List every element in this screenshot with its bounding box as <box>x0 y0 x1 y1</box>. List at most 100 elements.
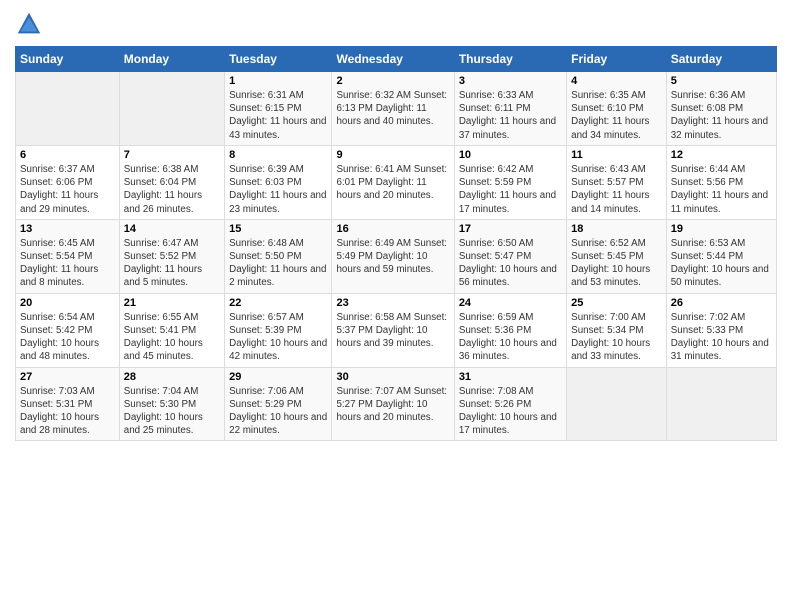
calendar-cell: 24Sunrise: 6:59 AM Sunset: 5:36 PM Dayli… <box>454 293 566 367</box>
day-info: Sunrise: 6:57 AM Sunset: 5:39 PM Dayligh… <box>229 311 327 364</box>
day-number: 13 <box>20 223 115 235</box>
day-number: 8 <box>229 149 327 161</box>
calendar-header-row: SundayMondayTuesdayWednesdayThursdayFrid… <box>16 47 777 72</box>
day-number: 2 <box>336 75 449 87</box>
day-number: 3 <box>459 75 562 87</box>
calendar-cell <box>16 72 120 146</box>
calendar-cell: 10 Sunrise: 6:42 AM Sunset: 5:59 PM Dayli… <box>454 145 566 219</box>
day-number: 29 <box>229 371 327 383</box>
day-number: 15 <box>229 223 327 235</box>
calendar-cell: 2 Sunrise: 6:32 AM Sunset: 6:13 PM Daylig… <box>332 72 454 146</box>
day-info: Sunrise: 6:31 AM Sunset: 6:15 PM Dayligh… <box>229 89 327 142</box>
day-number: 30 <box>336 371 449 383</box>
day-info: Sunrise: 6:48 AM Sunset: 5:50 PM Dayligh… <box>229 237 327 290</box>
day-number: 18 <box>571 223 662 235</box>
calendar-week-row: 13 Sunrise: 6:45 AM Sunset: 5:54 PM Dayli… <box>16 219 777 293</box>
calendar-cell: 26 Sunrise: 7:02 AM Sunset: 5:33 PM Dayli… <box>666 293 776 367</box>
col-header-friday: Friday <box>567 47 667 72</box>
day-info: Sunrise: 6:50 AM Sunset: 5:47 PM Dayligh… <box>459 237 562 290</box>
day-info: Sunrise: 6:38 AM Sunset: 6:04 PM Dayligh… <box>124 163 220 216</box>
col-header-sunday: Sunday <box>16 47 120 72</box>
day-number: 4 <box>571 75 662 87</box>
header <box>15 10 777 38</box>
day-info: Sunrise: 7:03 AM Sunset: 5:31 PM Dayligh… <box>20 385 115 438</box>
day-number: 24 <box>459 297 562 309</box>
calendar-table: SundayMondayTuesdayWednesdayThursdayFrid… <box>15 46 777 441</box>
calendar-cell: 4 Sunrise: 6:35 AM Sunset: 6:10 PM Daylig… <box>567 72 667 146</box>
calendar-cell: 23 Sunrise: 6:58 AM Sunset: 5:37 PM Dayli… <box>332 293 454 367</box>
day-info: Sunrise: 6:44 AM Sunset: 5:56 PM Dayligh… <box>671 163 772 216</box>
calendar-cell: 7 Sunrise: 6:38 AM Sunset: 6:04 PM Daylig… <box>119 145 224 219</box>
calendar-cell <box>567 367 667 441</box>
day-info: Sunrise: 6:42 AM Sunset: 5:59 PM Dayligh… <box>459 163 562 216</box>
calendar-cell: 13 Sunrise: 6:45 AM Sunset: 5:54 PM Dayli… <box>16 219 120 293</box>
day-info: Sunrise: 6:54 AM Sunset: 5:42 PM Dayligh… <box>20 311 115 364</box>
day-number: 10 <box>459 149 562 161</box>
calendar-cell: 1 Sunrise: 6:31 AM Sunset: 6:15 PM Daylig… <box>225 72 332 146</box>
logo <box>15 10 47 38</box>
calendar-cell: 5 Sunrise: 6:36 AM Sunset: 6:08 PM Daylig… <box>666 72 776 146</box>
calendar-cell <box>666 367 776 441</box>
calendar-cell: 15 Sunrise: 6:48 AM Sunset: 5:50 PM Dayli… <box>225 219 332 293</box>
calendar-cell: 31 Sunrise: 7:08 AM Sunset: 5:26 PM Dayli… <box>454 367 566 441</box>
day-number: 1 <box>229 75 327 87</box>
day-number: 16 <box>336 223 449 235</box>
day-number: 26 <box>671 297 772 309</box>
day-number: 11 <box>571 149 662 161</box>
calendar-cell: 17 Sunrise: 6:50 AM Sunset: 5:47 PM Dayli… <box>454 219 566 293</box>
day-info: Sunrise: 6:53 AM Sunset: 5:44 PM Dayligh… <box>671 237 772 290</box>
day-info: Sunrise: 6:47 AM Sunset: 5:52 PM Dayligh… <box>124 237 220 290</box>
calendar-cell <box>119 72 224 146</box>
calendar-cell: 25Sunrise: 7:00 AM Sunset: 5:34 PM Dayli… <box>567 293 667 367</box>
calendar-cell: 16 Sunrise: 6:49 AM Sunset: 5:49 PM Dayli… <box>332 219 454 293</box>
calendar-cell: 30 Sunrise: 7:07 AM Sunset: 5:27 PM Dayli… <box>332 367 454 441</box>
day-number: 5 <box>671 75 772 87</box>
day-info: Sunrise: 6:32 AM Sunset: 6:13 PM Dayligh… <box>336 89 449 129</box>
day-number: 23 <box>336 297 449 309</box>
calendar-cell: 27 Sunrise: 7:03 AM Sunset: 5:31 PM Dayli… <box>16 367 120 441</box>
day-number: 22 <box>229 297 327 309</box>
day-info: Sunrise: 6:52 AM Sunset: 5:45 PM Dayligh… <box>571 237 662 290</box>
day-number: 31 <box>459 371 562 383</box>
day-info: Sunrise: 7:06 AM Sunset: 5:29 PM Dayligh… <box>229 385 327 438</box>
day-info: Sunrise: 6:33 AM Sunset: 6:11 PM Dayligh… <box>459 89 562 142</box>
calendar-cell: 11Sunrise: 6:43 AM Sunset: 5:57 PM Dayli… <box>567 145 667 219</box>
day-number: 27 <box>20 371 115 383</box>
col-header-tuesday: Tuesday <box>225 47 332 72</box>
col-header-saturday: Saturday <box>666 47 776 72</box>
day-number: 28 <box>124 371 220 383</box>
calendar-cell: 28 Sunrise: 7:04 AM Sunset: 5:30 PM Dayli… <box>119 367 224 441</box>
col-header-thursday: Thursday <box>454 47 566 72</box>
day-number: 14 <box>124 223 220 235</box>
day-info: Sunrise: 6:37 AM Sunset: 6:06 PM Dayligh… <box>20 163 115 216</box>
day-number: 9 <box>336 149 449 161</box>
calendar-week-row: 6 Sunrise: 6:37 AM Sunset: 6:06 PM Daylig… <box>16 145 777 219</box>
day-info: Sunrise: 7:04 AM Sunset: 5:30 PM Dayligh… <box>124 385 220 438</box>
day-number: 12 <box>671 149 772 161</box>
day-info: Sunrise: 6:41 AM Sunset: 6:01 PM Dayligh… <box>336 163 449 203</box>
day-info: Sunrise: 7:02 AM Sunset: 5:33 PM Dayligh… <box>671 311 772 364</box>
day-info: Sunrise: 7:07 AM Sunset: 5:27 PM Dayligh… <box>336 385 449 425</box>
calendar-cell: 9 Sunrise: 6:41 AM Sunset: 6:01 PM Daylig… <box>332 145 454 219</box>
logo-icon <box>15 10 43 38</box>
calendar-cell: 29 Sunrise: 7:06 AM Sunset: 5:29 PM Dayli… <box>225 367 332 441</box>
day-number: 7 <box>124 149 220 161</box>
day-info: Sunrise: 7:08 AM Sunset: 5:26 PM Dayligh… <box>459 385 562 438</box>
day-number: 6 <box>20 149 115 161</box>
day-info: Sunrise: 6:45 AM Sunset: 5:54 PM Dayligh… <box>20 237 115 290</box>
day-info: Sunrise: 6:36 AM Sunset: 6:08 PM Dayligh… <box>671 89 772 142</box>
calendar-cell: 14 Sunrise: 6:47 AM Sunset: 5:52 PM Dayli… <box>119 219 224 293</box>
day-info: Sunrise: 6:39 AM Sunset: 6:03 PM Dayligh… <box>229 163 327 216</box>
calendar-cell: 12 Sunrise: 6:44 AM Sunset: 5:56 PM Dayli… <box>666 145 776 219</box>
day-number: 19 <box>671 223 772 235</box>
day-info: Sunrise: 6:35 AM Sunset: 6:10 PM Dayligh… <box>571 89 662 142</box>
day-number: 17 <box>459 223 562 235</box>
calendar-cell: 20 Sunrise: 6:54 AM Sunset: 5:42 PM Dayli… <box>16 293 120 367</box>
calendar-cell: 22 Sunrise: 6:57 AM Sunset: 5:39 PM Dayli… <box>225 293 332 367</box>
day-info: Sunrise: 6:49 AM Sunset: 5:49 PM Dayligh… <box>336 237 449 277</box>
calendar-week-row: 20 Sunrise: 6:54 AM Sunset: 5:42 PM Dayli… <box>16 293 777 367</box>
col-header-wednesday: Wednesday <box>332 47 454 72</box>
day-info: Sunrise: 6:58 AM Sunset: 5:37 PM Dayligh… <box>336 311 449 351</box>
page: SundayMondayTuesdayWednesdayThursdayFrid… <box>0 0 792 451</box>
day-number: 20 <box>20 297 115 309</box>
